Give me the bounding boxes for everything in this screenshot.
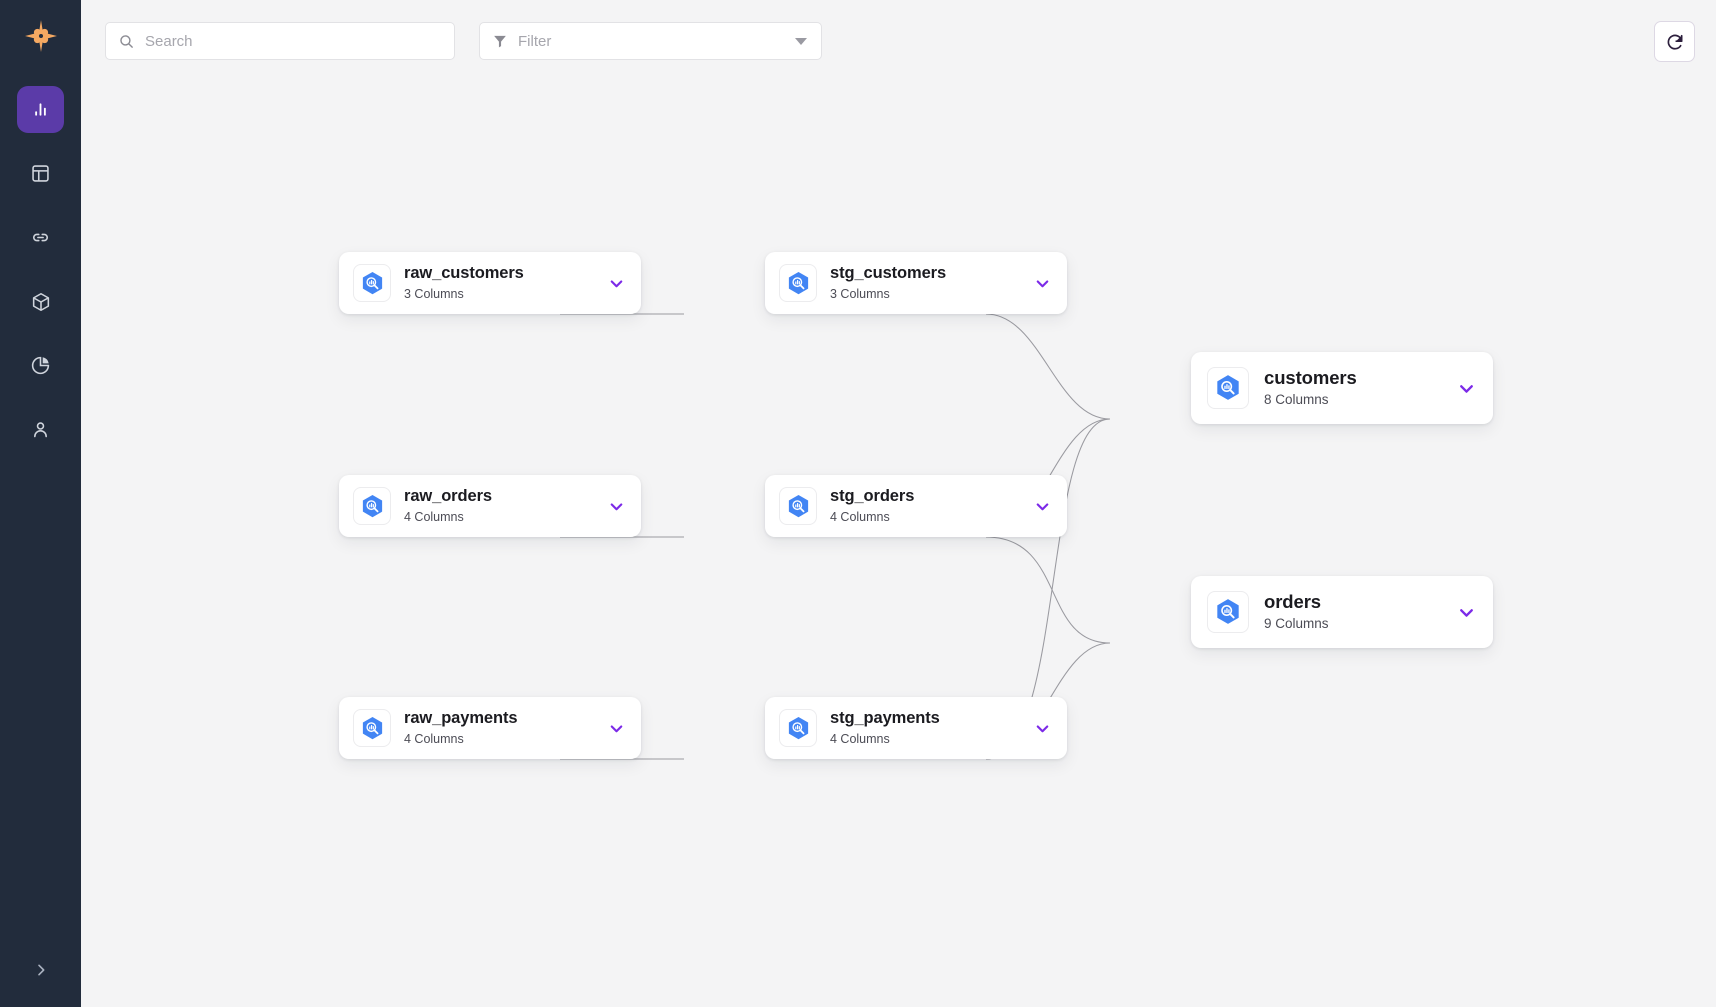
refresh-icon	[1665, 32, 1685, 52]
bigquery-icon	[1207, 367, 1249, 409]
cube-icon	[30, 291, 52, 313]
lineage-node-stg_orders[interactable]: stg_orders 4 Columns	[765, 475, 1067, 537]
table-layout-icon	[30, 163, 51, 184]
edge-stg-customers-customers	[986, 314, 1110, 419]
lineage-node-raw_orders[interactable]: raw_orders 4 Columns	[339, 475, 641, 537]
lineage-node-text: raw_payments 4 Columns	[404, 709, 594, 747]
lineage-node-subtitle: 4 Columns	[404, 731, 594, 747]
lineage-node-subtitle: 9 Columns	[1264, 615, 1441, 633]
lineage-node-subtitle: 8 Columns	[1264, 391, 1441, 409]
chevron-down-icon[interactable]	[607, 719, 626, 738]
sidebar-item-models[interactable]	[17, 278, 64, 325]
lineage-node-subtitle: 3 Columns	[830, 286, 1020, 302]
chevron-right-icon	[33, 962, 49, 978]
lineage-node-title: customers	[1264, 367, 1441, 388]
sidebar-item-account[interactable]	[17, 406, 64, 453]
lineage-node-raw_payments[interactable]: raw_payments 4 Columns	[339, 697, 641, 759]
lineage-node-raw_customers[interactable]: raw_customers 3 Columns	[339, 252, 641, 314]
lineage-node-text: stg_payments 4 Columns	[830, 709, 1020, 747]
lineage-node-text: raw_orders 4 Columns	[404, 487, 594, 525]
lineage-node-title: raw_customers	[404, 264, 594, 283]
bigquery-icon	[353, 709, 391, 747]
sidebar-expand-button[interactable]	[0, 949, 81, 991]
lineage-canvas[interactable]: raw_customers 3 Columns raw_orders 4 Column…	[81, 0, 1716, 1007]
search-box[interactable]	[105, 22, 455, 60]
sidebar-item-dashboard[interactable]	[17, 86, 64, 133]
filter-value: Filter	[518, 33, 785, 50]
lineage-node-orders[interactable]: orders 9 Columns	[1191, 576, 1493, 648]
lineage-node-customers[interactable]: customers 8 Columns	[1191, 352, 1493, 424]
main-area: raw_customers 3 Columns raw_orders 4 Column…	[81, 0, 1716, 1007]
user-icon	[30, 419, 51, 440]
lineage-node-stg_payments[interactable]: stg_payments 4 Columns	[765, 697, 1067, 759]
search-input[interactable]	[145, 23, 442, 59]
bigquery-icon	[1207, 591, 1249, 633]
lineage-node-title: stg_customers	[830, 264, 1020, 283]
bigquery-icon	[353, 264, 391, 302]
chevron-down-icon[interactable]	[1456, 602, 1477, 623]
lineage-node-subtitle: 4 Columns	[830, 509, 1020, 525]
bigquery-icon	[353, 487, 391, 525]
filter-dropdown[interactable]: Filter	[479, 22, 822, 60]
lineage-node-text: raw_customers 3 Columns	[404, 264, 594, 302]
sidebar-item-reports[interactable]	[17, 342, 64, 389]
lineage-node-text: stg_customers 3 Columns	[830, 264, 1020, 302]
lineage-node-subtitle: 4 Columns	[404, 509, 594, 525]
bigquery-icon	[779, 487, 817, 525]
sidebar-item-connections[interactable]	[17, 214, 64, 261]
pie-chart-icon	[30, 355, 51, 376]
lineage-node-stg_customers[interactable]: stg_customers 3 Columns	[765, 252, 1067, 314]
bar-chart-icon	[30, 99, 51, 120]
lineage-node-subtitle: 3 Columns	[404, 286, 594, 302]
lineage-node-text: stg_orders 4 Columns	[830, 487, 1020, 525]
app-root: raw_customers 3 Columns raw_orders 4 Column…	[0, 0, 1716, 1007]
refresh-button[interactable]	[1654, 21, 1695, 62]
edge-stg-orders-orders	[986, 537, 1110, 643]
sidebar	[0, 0, 81, 1007]
app-logo[interactable]	[0, 0, 81, 72]
funnel-icon	[492, 33, 508, 49]
bigquery-icon	[779, 264, 817, 302]
bigquery-icon	[779, 709, 817, 747]
link-icon	[30, 227, 51, 248]
chevron-down-icon[interactable]	[1033, 497, 1052, 516]
lineage-node-text: customers 8 Columns	[1264, 367, 1441, 409]
caret-down-icon	[795, 38, 807, 45]
lineage-node-subtitle: 4 Columns	[830, 731, 1020, 747]
compass-star-logo-icon	[24, 19, 58, 53]
chevron-down-icon[interactable]	[1033, 719, 1052, 738]
chevron-down-icon[interactable]	[607, 497, 626, 516]
lineage-node-title: raw_payments	[404, 709, 594, 728]
chevron-down-icon[interactable]	[1033, 274, 1052, 293]
lineage-node-text: orders 9 Columns	[1264, 591, 1441, 633]
sidebar-nav-list	[0, 86, 81, 470]
search-icon	[118, 33, 135, 50]
sidebar-item-tables[interactable]	[17, 150, 64, 197]
lineage-node-title: stg_payments	[830, 709, 1020, 728]
lineage-node-title: orders	[1264, 591, 1441, 612]
lineage-node-title: stg_orders	[830, 487, 1020, 506]
chevron-down-icon[interactable]	[607, 274, 626, 293]
lineage-node-title: raw_orders	[404, 487, 594, 506]
chevron-down-icon[interactable]	[1456, 378, 1477, 399]
